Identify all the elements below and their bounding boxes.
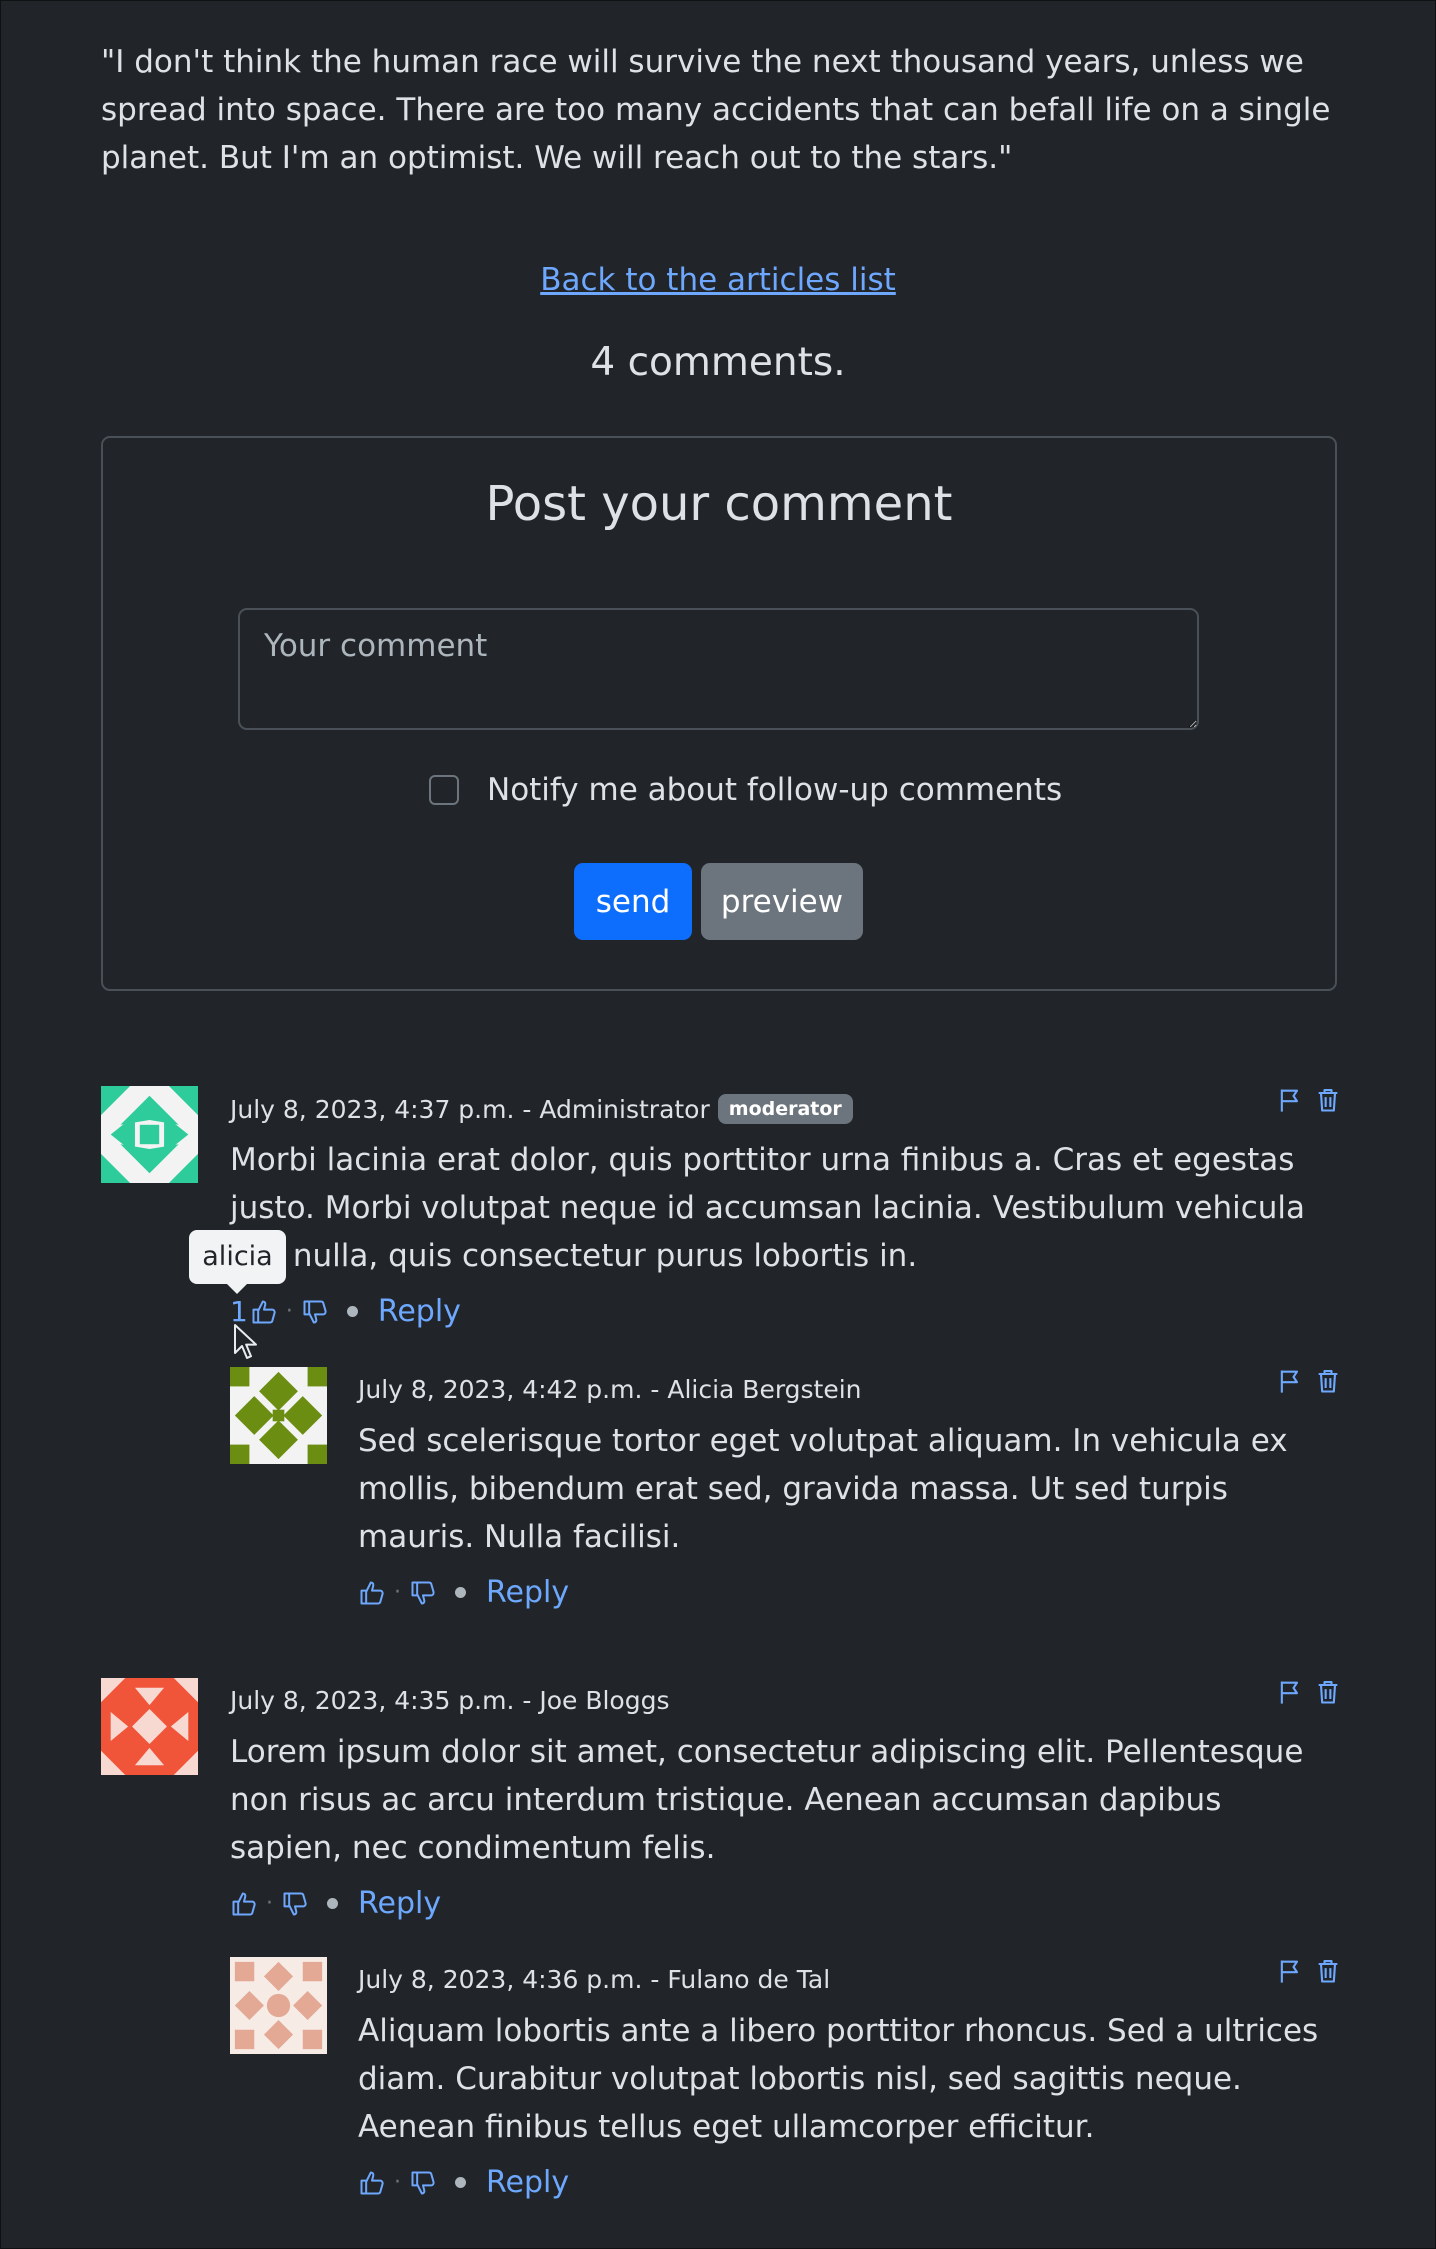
- comment-actions: [1276, 1086, 1342, 1114]
- comment-item: July 8, 2023, 4:35 p.m. - Joe Bloggs Lor…: [101, 1678, 1335, 1921]
- mouse-cursor-icon: [234, 1324, 257, 1359]
- comment-item: July 8, 2023, 4:36 p.m. - Fulano de Tal …: [230, 1957, 1335, 2200]
- thumbs-down-icon[interactable]: [409, 1579, 437, 1607]
- thumbs-up-icon[interactable]: [250, 1298, 278, 1326]
- comment-meta: July 8, 2023, 4:42 p.m. - Alicia Bergste…: [358, 1375, 862, 1404]
- avatar: [101, 1086, 198, 1183]
- trash-icon[interactable]: [1314, 1367, 1342, 1395]
- post-comment-form: Post your comment Notify me about follow…: [101, 436, 1337, 991]
- separator: ·: [285, 1299, 293, 1324]
- comment-author-date: July 8, 2023, 4:37 p.m. - Administrator: [230, 1094, 710, 1124]
- separator-bullet: [327, 1898, 338, 1909]
- send-button[interactable]: send: [574, 863, 692, 940]
- flag-icon[interactable]: [1276, 1367, 1304, 1395]
- article-quote: "I don't think the human race will survi…: [101, 44, 1331, 176]
- avatar: [101, 1678, 198, 1775]
- reply-link[interactable]: Reply: [378, 1294, 461, 1329]
- separator-bullet: [455, 2177, 466, 2188]
- comment-body: Sed scelerisque tortor eget volutpat ali…: [358, 1423, 1288, 1555]
- separator-bullet: [346, 1306, 358, 1317]
- trash-icon[interactable]: [1314, 1678, 1342, 1706]
- vote-row: 1 · Reply: [230, 1294, 461, 1329]
- thumbs-up-icon[interactable]: [358, 1579, 386, 1607]
- comment-count: 4 comments.: [590, 340, 846, 385]
- thumbs-up-icon[interactable]: [358, 2169, 386, 2197]
- comment-actions: [1276, 1678, 1342, 1706]
- trash-icon[interactable]: [1314, 1086, 1342, 1114]
- comment-textarea[interactable]: [238, 608, 1199, 730]
- thumbs-up-icon[interactable]: [230, 1890, 258, 1918]
- comment-meta: July 8, 2023, 4:37 p.m. - Administrator …: [230, 1094, 853, 1124]
- thumbs-down-icon[interactable]: [409, 2169, 437, 2197]
- comment-item: July 8, 2023, 4:42 p.m. - Alicia Bergste…: [230, 1367, 1335, 1610]
- separator-bullet: [455, 1587, 466, 1598]
- flag-icon[interactable]: [1276, 1957, 1304, 1985]
- notify-label[interactable]: Notify me about follow-up comments: [487, 772, 1062, 808]
- moderator-badge: moderator: [717, 1094, 853, 1124]
- separator: ·: [394, 1580, 401, 1605]
- comment-author-date: July 8, 2023, 4:42 p.m. - Alicia Bergste…: [358, 1375, 862, 1404]
- trash-icon[interactable]: [1314, 1957, 1342, 1985]
- comment-actions: [1276, 1367, 1342, 1395]
- vote-row: · Reply: [358, 1575, 569, 1610]
- thumbs-down-icon[interactable]: [301, 1298, 329, 1326]
- comment-author-date: July 8, 2023, 4:35 p.m. - Joe Bloggs: [230, 1686, 670, 1715]
- separator: ·: [266, 1891, 273, 1916]
- form-title: Post your comment: [485, 476, 953, 532]
- tooltip-arrow: [226, 1283, 248, 1294]
- comment-meta: July 8, 2023, 4:35 p.m. - Joe Bloggs: [230, 1686, 670, 1715]
- comment-body: Lorem ipsum dolor sit amet, consectetur …: [230, 1734, 1304, 1866]
- back-to-articles-link[interactable]: Back to the articles list: [0, 262, 1436, 298]
- separator: ·: [394, 2170, 401, 2195]
- reply-link[interactable]: Reply: [486, 2165, 569, 2200]
- reply-link[interactable]: Reply: [486, 1575, 569, 1610]
- comment-body: Morbi lacinia erat dolor, quis porttitor…: [230, 1142, 1306, 1274]
- avatar: [230, 1957, 327, 2054]
- comment-item: July 8, 2023, 4:37 p.m. - Administrator …: [101, 1086, 1335, 1329]
- comment-body: Aliquam lobortis ante a libero porttitor…: [358, 2013, 1319, 2145]
- avatar: [230, 1367, 327, 1464]
- notify-option: Notify me about follow-up comments: [429, 770, 1062, 810]
- vote-row: · Reply: [358, 2165, 569, 2200]
- comment-author-date: July 8, 2023, 4:36 p.m. - Fulano de Tal: [358, 1965, 831, 1994]
- comment-actions: [1276, 1957, 1342, 1985]
- reply-link[interactable]: Reply: [358, 1886, 441, 1921]
- thumbs-down-icon[interactable]: [281, 1890, 309, 1918]
- flag-icon[interactable]: [1276, 1678, 1304, 1706]
- notify-checkbox[interactable]: [429, 775, 459, 805]
- flag-icon[interactable]: [1276, 1086, 1304, 1114]
- comment-meta: July 8, 2023, 4:36 p.m. - Fulano de Tal: [358, 1965, 830, 1994]
- vote-row: · Reply: [230, 1886, 441, 1921]
- likers-tooltip: alicia: [189, 1230, 286, 1284]
- preview-button[interactable]: preview: [701, 863, 863, 940]
